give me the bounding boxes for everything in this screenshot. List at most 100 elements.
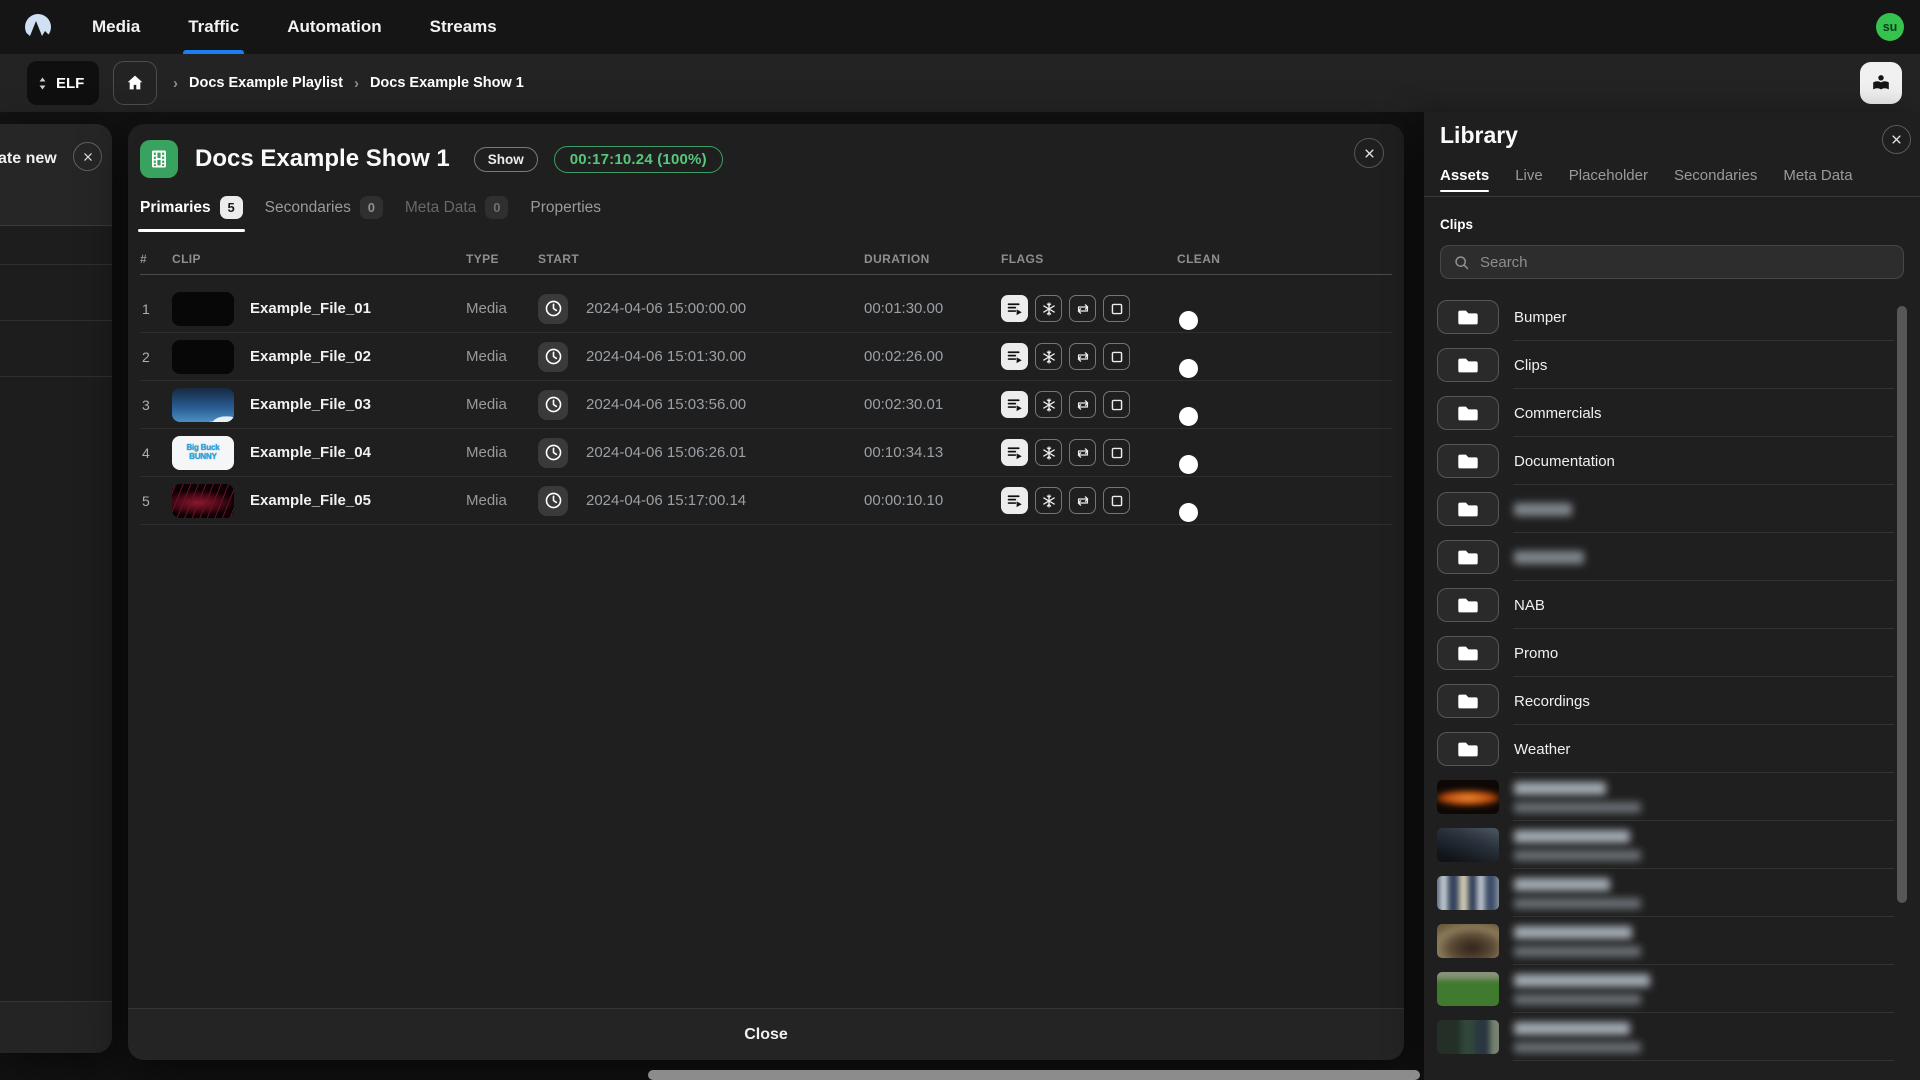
- playlist-play-flag-button[interactable]: [1001, 487, 1028, 514]
- folder-button[interactable]: [1437, 684, 1499, 718]
- folder-button[interactable]: [1437, 588, 1499, 622]
- repeat-flag-button[interactable]: [1069, 439, 1096, 466]
- tab-label: Meta Data: [404, 198, 477, 216]
- docs-button[interactable]: [1860, 62, 1902, 104]
- folder-row[interactable]: [1424, 533, 1920, 581]
- library-tab[interactable]: Placeholder: [1569, 167, 1648, 196]
- folder-button[interactable]: [1437, 636, 1499, 670]
- folder-button[interactable]: [1437, 300, 1499, 334]
- breadcrumb-item[interactable]: Docs Example Show 1: [370, 75, 524, 91]
- snowflake-flag-button[interactable]: [1035, 343, 1062, 370]
- create-new-close-button[interactable]: [73, 142, 102, 171]
- frame-flag-button[interactable]: [1103, 439, 1130, 466]
- folder-button[interactable]: [1437, 396, 1499, 430]
- folder-row[interactable]: Weather: [1424, 725, 1920, 773]
- snowflake-flag-button[interactable]: [1035, 439, 1062, 466]
- asset-row[interactable]: [1424, 1013, 1920, 1061]
- folder-name: Documentation: [1514, 452, 1615, 470]
- nav-item[interactable]: Traffic: [183, 0, 245, 54]
- asset-row[interactable]: [1424, 869, 1920, 917]
- redacted-asset-metadata: [1514, 801, 1641, 813]
- show-modal-tab[interactable]: Properties: [528, 196, 603, 232]
- clip-flags: [1001, 343, 1177, 370]
- user-avatar[interactable]: su: [1876, 13, 1904, 41]
- playlist-play-flag-button[interactable]: [1001, 343, 1028, 370]
- start-time-button[interactable]: [538, 389, 568, 420]
- folder-row[interactable]: Recordings: [1424, 677, 1920, 725]
- start-time-button[interactable]: [538, 485, 568, 516]
- frame-flag-button[interactable]: [1103, 391, 1130, 418]
- search-input[interactable]: [1480, 253, 1891, 271]
- nav-item[interactable]: Media: [92, 0, 140, 54]
- asset-row[interactable]: [1424, 773, 1920, 821]
- show-modal-tab[interactable]: Primaries 5: [138, 196, 245, 232]
- folder-row[interactable]: [1424, 485, 1920, 533]
- asset-row[interactable]: [1424, 821, 1920, 869]
- clip-name: Example_File_02: [250, 348, 371, 365]
- frame-flag-button[interactable]: [1103, 343, 1130, 370]
- show-modal-close-button[interactable]: [1354, 138, 1384, 168]
- folder-row[interactable]: Commercials: [1424, 389, 1920, 437]
- library-tab[interactable]: Live: [1515, 167, 1543, 196]
- library-vertical-scrollbar[interactable]: [1897, 306, 1907, 903]
- breadcrumb: › Docs Example Playlist › Docs Example S…: [173, 75, 524, 92]
- folder-button[interactable]: [1437, 540, 1499, 574]
- library-search[interactable]: [1440, 245, 1904, 279]
- start-time: 2024-04-06 15:06:26.01: [586, 444, 747, 461]
- folder-button[interactable]: [1437, 444, 1499, 478]
- breadcrumb-item[interactable]: Docs Example Playlist: [189, 75, 343, 91]
- folder-icon: [1458, 310, 1478, 324]
- frame-flag-button[interactable]: [1103, 487, 1130, 514]
- asset-row[interactable]: [1424, 917, 1920, 965]
- folder-row[interactable]: Clips: [1424, 341, 1920, 389]
- nav-item[interactable]: Streams: [430, 0, 497, 54]
- start-time-button[interactable]: [538, 341, 568, 372]
- folder-button[interactable]: [1437, 492, 1499, 526]
- table-row[interactable]: 1 Example_File_01 Media 2024-04-06 15:00…: [140, 285, 1392, 333]
- workspace-selector[interactable]: ELF: [27, 61, 99, 105]
- redacted-asset-title: [1514, 781, 1606, 795]
- library-tab[interactable]: Assets: [1440, 167, 1490, 196]
- snowflake-flag-button[interactable]: [1035, 391, 1062, 418]
- show-modal-tabs: Primaries 5 Secondaries 0 Meta Data 0 Pr…: [128, 196, 1404, 232]
- playlist-play-flag-button[interactable]: [1001, 439, 1028, 466]
- repeat-flag-button[interactable]: [1069, 487, 1096, 514]
- close-button[interactable]: Close: [128, 1008, 1404, 1060]
- show-modal-tab[interactable]: Meta Data 0: [403, 196, 511, 232]
- playlist-play-flag-button[interactable]: [1001, 295, 1028, 322]
- library-close-button[interactable]: [1882, 125, 1911, 154]
- asset-row[interactable]: [1424, 965, 1920, 1013]
- show-modal-tab[interactable]: Secondaries 0: [263, 196, 385, 232]
- playlist-play-flag-button[interactable]: [1001, 391, 1028, 418]
- library-tab[interactable]: Meta Data: [1783, 167, 1852, 196]
- library-tab[interactable]: Secondaries: [1674, 167, 1757, 196]
- redacted-asset-title: [1514, 925, 1632, 939]
- elf-mountain-logo-icon[interactable]: [22, 11, 54, 43]
- repeat-flag-button[interactable]: [1069, 295, 1096, 322]
- nav-item[interactable]: Automation: [287, 0, 381, 54]
- folder-button[interactable]: [1437, 732, 1499, 766]
- start-time-button[interactable]: [538, 437, 568, 468]
- repeat-flag-button[interactable]: [1069, 391, 1096, 418]
- chevron-right-icon: ›: [173, 74, 178, 92]
- frame-flag-button[interactable]: [1103, 295, 1130, 322]
- horizontal-scrollbar[interactable]: [648, 1070, 1420, 1080]
- home-button[interactable]: [113, 61, 157, 105]
- folder-button[interactable]: [1437, 348, 1499, 382]
- table-row[interactable]: 2 Example_File_02 Media 2024-04-06 15:01…: [140, 333, 1392, 381]
- snowflake-flag-button[interactable]: [1035, 295, 1062, 322]
- library-title: Library: [1440, 122, 1518, 148]
- table-row[interactable]: 3 Example_File_03 Media 2024-04-06 15:03…: [140, 381, 1392, 429]
- folder-row[interactable]: Documentation: [1424, 437, 1920, 485]
- show-type-pill[interactable]: Show: [473, 146, 538, 172]
- folder-row[interactable]: Bumper: [1424, 293, 1920, 341]
- tab-label: Primaries: [140, 198, 211, 216]
- clip-thumbnail: [172, 387, 234, 422]
- snowflake-flag-button[interactable]: [1035, 487, 1062, 514]
- repeat-flag-button[interactable]: [1069, 343, 1096, 370]
- folder-row[interactable]: NAB: [1424, 581, 1920, 629]
- table-row[interactable]: 5 Example_File_05 Media 2024-04-06 15:17…: [140, 477, 1392, 525]
- table-row[interactable]: 4 Big Buck BUNNY Example_File_04 Media 2…: [140, 429, 1392, 477]
- start-time-button[interactable]: [538, 293, 568, 324]
- folder-row[interactable]: Promo: [1424, 629, 1920, 677]
